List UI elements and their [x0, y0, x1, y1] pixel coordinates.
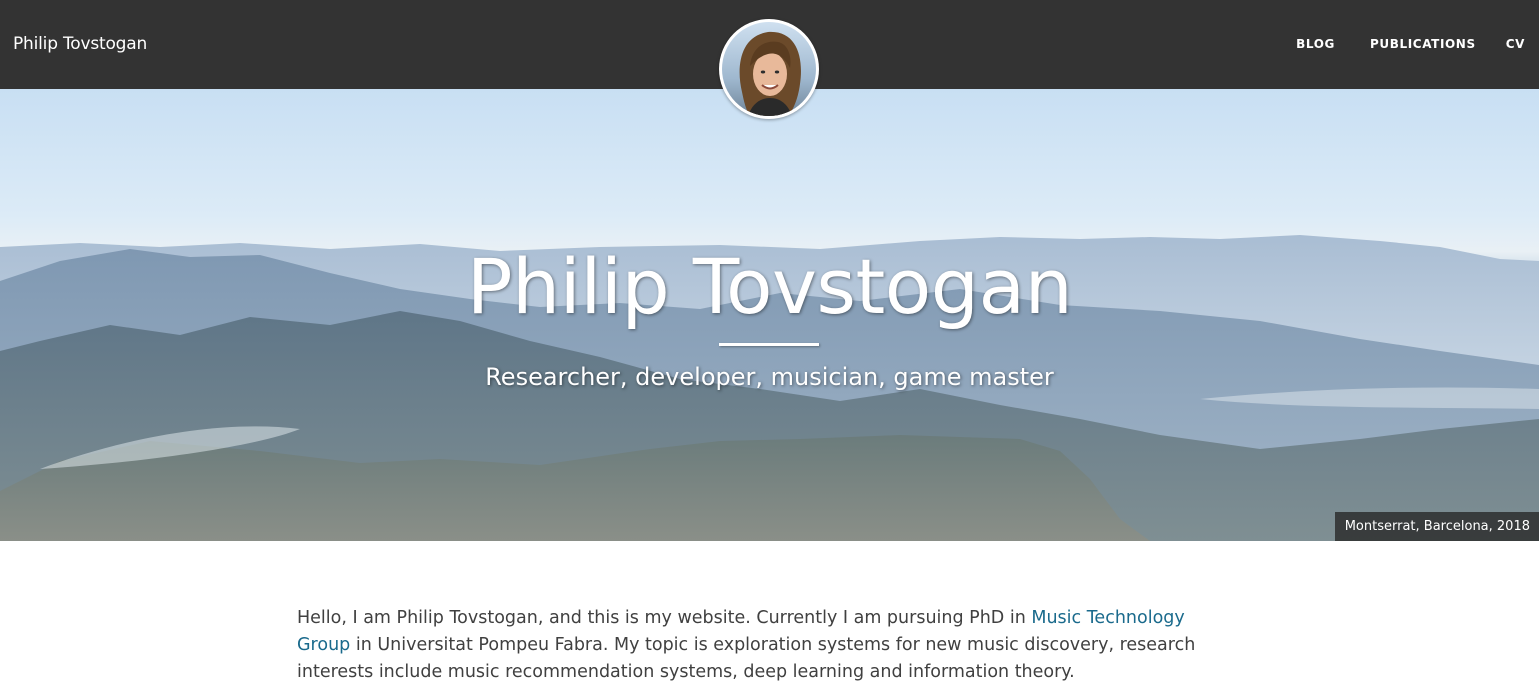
avatar-portrait-image [722, 22, 816, 116]
avatar[interactable] [719, 19, 819, 119]
brand-link[interactable]: Philip Tovstogan [13, 32, 147, 56]
nav-link-publications[interactable]: PUBLICATIONS [1370, 35, 1476, 53]
intro-text-part1: Hello, I am Philip Tovstogan, and this i… [297, 608, 1032, 628]
main-content: Hello, I am Philip Tovstogan, and this i… [297, 605, 1242, 686]
photo-caption: Montserrat, Barcelona, 2018 [1334, 512, 1539, 541]
intro-paragraph: Hello, I am Philip Tovstogan, and this i… [297, 605, 1242, 686]
hero-title: Philip Tovstogan [466, 242, 1073, 331]
hero-banner: Philip Tovstogan Researcher, developer, … [0, 89, 1539, 541]
hero-divider [719, 343, 819, 346]
intro-text-part2: in Universitat Pompeu Fabra. My topic is… [297, 635, 1196, 682]
nav-links: BLOG PUBLICATIONS CV [1296, 35, 1539, 53]
hero-subtitle: Researcher, developer, musician, game ma… [485, 363, 1054, 391]
nav-link-cv[interactable]: CV [1506, 35, 1525, 53]
nav-link-blog[interactable]: BLOG [1296, 35, 1335, 53]
